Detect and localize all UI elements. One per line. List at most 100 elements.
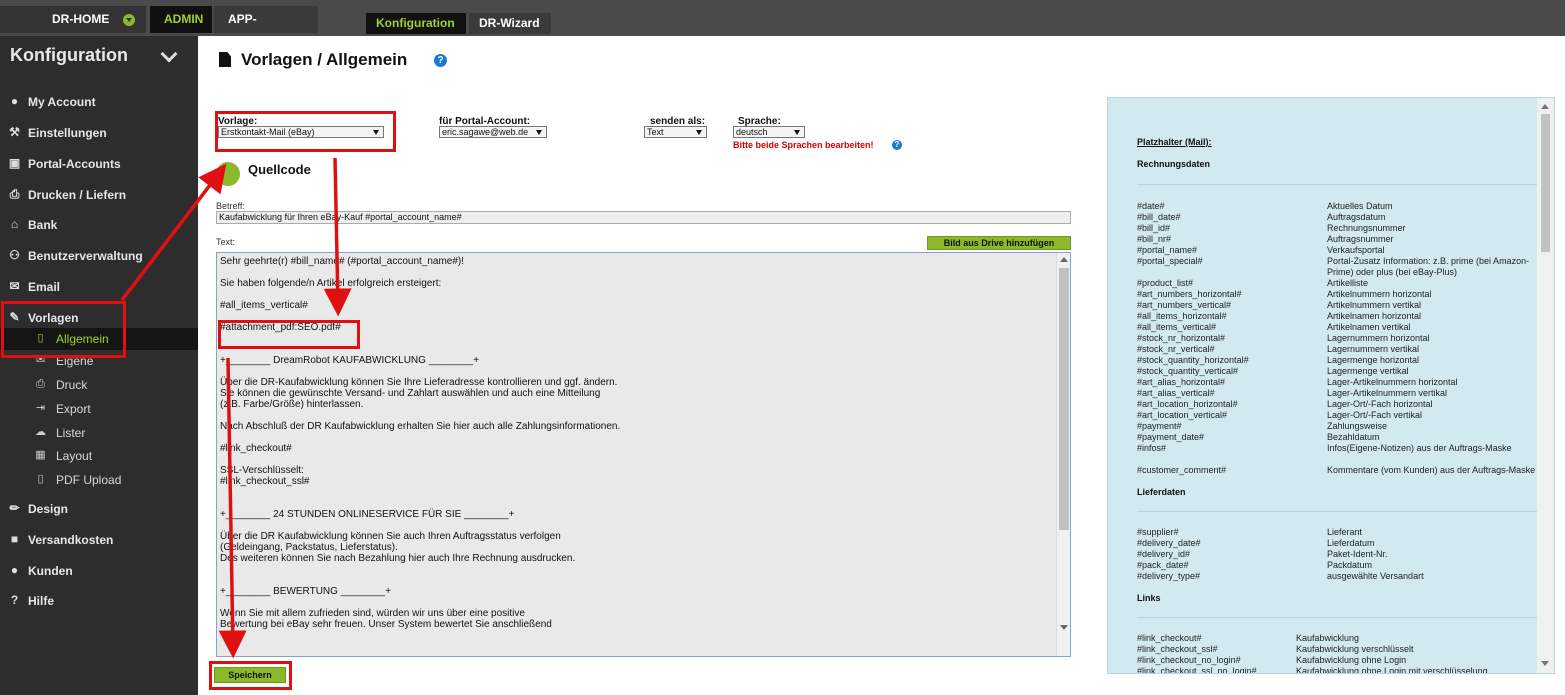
- toggle-circle-icon[interactable]: [216, 162, 240, 186]
- placeholder-key: #art_numbers_horizontal#: [1137, 289, 1242, 299]
- betreff-input[interactable]: Kaufabwicklung für Ihren eBay-Kauf #port…: [216, 211, 1071, 224]
- sidebar-subitem-lister[interactable]: ☁ Lister: [0, 422, 198, 444]
- sprache-select[interactable]: deutsch: [733, 126, 805, 138]
- tab-app-center[interactable]: APP-CENTER: [214, 6, 318, 53]
- sidebar-subitem-layout[interactable]: ▦ Layout: [0, 445, 198, 467]
- placeholder-panel: Platzhalter (Mail): Rechnungsdaten #date# A…: [1107, 97, 1555, 674]
- sidebar-subitem-label: Layout: [56, 449, 93, 463]
- scroll-down-icon[interactable]: [1541, 661, 1549, 666]
- placeholder-key: #bill_date#: [1137, 212, 1181, 222]
- scroll-up-icon[interactable]: [1060, 257, 1068, 262]
- quellcode-label[interactable]: Quellcode: [248, 162, 311, 177]
- editor-line: Wenn Sie mit allem zufrieden sind, würde…: [220, 608, 525, 619]
- placeholder-key: #payment#: [1137, 421, 1182, 431]
- placeholder-desc: Kaufabwicklung ohne Login: [1296, 655, 1407, 665]
- editor-line: #all_items_vertical#: [220, 300, 308, 311]
- placeholder-key: #link_checkout_ssl#: [1137, 644, 1218, 654]
- sidebar-item-email[interactable]: ✉ Email: [0, 275, 198, 299]
- scroll-up-icon[interactable]: [1541, 104, 1549, 109]
- sidebar-item-drucken-liefern[interactable]: ⎙ Drucken / Liefern: [0, 183, 198, 207]
- editor-scrollbar[interactable]: [1056, 253, 1070, 656]
- tab-dr-wizard[interactable]: DR-Wizard: [469, 13, 551, 34]
- help-icon[interactable]: ?: [434, 54, 447, 67]
- sidebar-subitem-druck[interactable]: ⎙ Druck: [0, 374, 198, 396]
- placeholder-key: #link_checkout_no_login#: [1137, 655, 1241, 665]
- placeholder-desc: Lagermenge vertikal: [1327, 366, 1409, 376]
- truck-icon: ■: [10, 532, 19, 546]
- scroll-thumb[interactable]: [1541, 114, 1550, 252]
- sidebar-item-bank[interactable]: ⌂ Bank: [0, 213, 198, 237]
- editor-line: Nach Abschluß der DR Kaufabwicklung erha…: [220, 421, 621, 432]
- placeholder-desc: Artikelliste: [1327, 278, 1369, 288]
- sidebar-item-label: Benutzerverwaltung: [28, 249, 143, 263]
- placeholder-desc: Lagermenge horizontal: [1327, 355, 1420, 365]
- table-icon: ▦: [35, 449, 46, 461]
- placeholder-desc: Lieferdatum: [1327, 538, 1375, 548]
- placeholder-key: #art_alias_horizontal#: [1137, 377, 1226, 387]
- editor-line: #link_checkout_ssl#: [220, 476, 310, 487]
- chevron-down-icon[interactable]: [123, 14, 135, 26]
- editor-content[interactable]: Sehr geehrte(r) #bill_name# (#portal_acc…: [220, 256, 1052, 630]
- sidebar-item-label: Design: [28, 502, 69, 516]
- placeholder-desc: Kaufabwicklung verschlüsselt: [1296, 644, 1414, 654]
- editor-line: Über die DR-Kaufabwicklung können Sie Ih…: [220, 377, 618, 388]
- senden-als-select[interactable]: Text: [644, 126, 707, 138]
- sidebar-item-my-account[interactable]: ● My Account: [0, 90, 198, 114]
- page-title: Vorlagen / Allgemein: [219, 50, 407, 70]
- placeholder-desc: Lager-Artikelnummern vertikal: [1327, 388, 1448, 398]
- dropdown-arrow-icon: [696, 130, 702, 135]
- top-bar: DR-HOME ADMIN APP-CENTER Konfiguration D…: [0, 0, 1565, 53]
- tab-konfiguration[interactable]: Konfiguration: [366, 13, 466, 34]
- lieferdaten-heading: Lieferdaten: [1137, 487, 1186, 497]
- placeholder-desc: Aktuelles Datum: [1327, 201, 1393, 211]
- text-editor[interactable]: Sehr geehrte(r) #bill_name# (#portal_acc…: [216, 252, 1071, 657]
- scroll-down-icon[interactable]: [1060, 625, 1068, 630]
- sidebar-subitem-label: Druck: [56, 378, 88, 392]
- editor-line: (Geldeingang, Packstatus, Lieferstatus).: [220, 542, 398, 553]
- sidebar-subitem-pdf-upload[interactable]: ▯ PDF Upload: [0, 469, 198, 491]
- tab-dr-home-label: DR-HOME: [52, 12, 110, 26]
- placeholder-desc: Packdatum: [1327, 560, 1373, 570]
- placeholder-key: #pack_date#: [1137, 560, 1189, 570]
- sidebar-item-portal-accounts[interactable]: ▣ Portal-Accounts: [0, 152, 198, 176]
- placeholder-key: #bill_id#: [1137, 223, 1171, 233]
- rechnungsdaten-heading: Rechnungsdaten: [1137, 159, 1211, 169]
- sidebar-title: Konfiguration: [10, 45, 128, 65]
- sidebar-item-benutzerverwaltung[interactable]: ⚇ Benutzerverwaltung: [0, 244, 198, 268]
- portal-account-select[interactable]: eric.sagawe@web.de: [439, 126, 547, 138]
- placeholder-desc: Lager-Ort/-Fach horizontal: [1327, 399, 1433, 409]
- placeholder-key: #all_items_horizontal#: [1137, 311, 1227, 321]
- sidebar-item-design[interactable]: ✏ Design: [0, 497, 198, 521]
- sidebar-subitem-export[interactable]: ⇥ Export: [0, 398, 198, 420]
- sidebar-item-einstellungen[interactable]: ⚒ Einstellungen: [0, 121, 198, 145]
- copy-icon: ▣: [8, 156, 21, 170]
- placeholder-key: #delivery_type#: [1137, 571, 1201, 581]
- tab-dr-home[interactable]: DR-HOME: [0, 6, 146, 33]
- placeholder-desc: Bezahldatum: [1327, 432, 1380, 442]
- sidebar: Konfiguration ● My Account ⚒ Einstellungen ▣…: [0, 36, 198, 695]
- sidebar-item-label: Versandkosten: [28, 533, 114, 547]
- placeholder-desc: Lagernummern horizontal: [1327, 333, 1430, 343]
- help-icon[interactable]: ?: [892, 140, 902, 150]
- chevron-down-icon[interactable]: [160, 45, 178, 63]
- sidebar-item-versandkosten[interactable]: ■ Versandkosten: [0, 528, 198, 552]
- placeholder-key: #date#: [1137, 201, 1165, 211]
- envelope-icon: ✉: [9, 279, 20, 293]
- document-icon: [219, 52, 231, 67]
- sidebar-item-kunden[interactable]: ● Kunden: [0, 559, 198, 583]
- scroll-thumb[interactable]: [1059, 268, 1069, 530]
- placeholder-desc: Kaufabwicklung ohne Login mit verschlüss…: [1296, 666, 1488, 674]
- users-icon: ⚇: [9, 248, 20, 262]
- placeholder-desc: Artikelnamen horizontal: [1327, 311, 1422, 321]
- printer-icon: ⎙: [9, 187, 20, 201]
- panel-scrollbar[interactable]: [1537, 98, 1554, 673]
- betreff-label: Betreff:: [216, 201, 245, 211]
- sidebar-item-hilfe[interactable]: ? Hilfe: [0, 589, 198, 613]
- sidebar-item-label: Hilfe: [28, 594, 55, 608]
- add-image-from-drive-button[interactable]: Bild aus Drive hinzufügen: [927, 236, 1071, 250]
- tab-admin[interactable]: ADMIN: [150, 6, 212, 33]
